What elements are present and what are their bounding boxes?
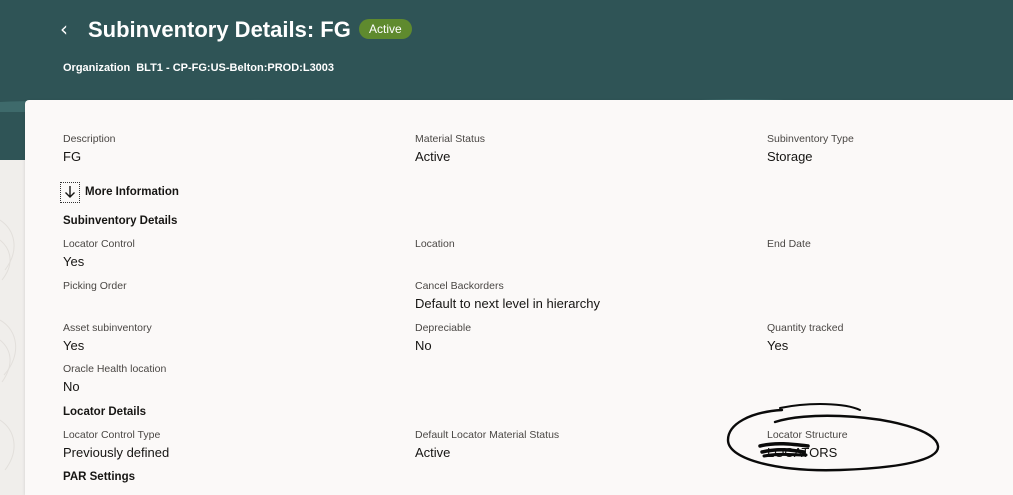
asset-subinventory-value: Yes <box>63 338 85 353</box>
back-icon[interactable]: ‹ <box>60 18 78 40</box>
asset-subinventory-field: Asset subinventory Yes <box>63 322 152 354</box>
quantity-tracked-value: Yes <box>767 338 789 353</box>
subinventory-details-heading: Subinventory Details <box>63 215 178 227</box>
locator-control-type-field: Locator Control Type Previously defined <box>63 429 169 461</box>
cancel-backorders-label: Cancel Backorders <box>415 280 504 292</box>
status-badge: Active <box>359 19 412 39</box>
organization-line: Organization BLT1 - CP-FG:US-Belton:PROD:… <box>63 61 334 75</box>
locator-structure-field: Locator Structure LOCATORS <box>767 429 848 461</box>
chevron-down-icon[interactable] <box>60 181 80 203</box>
description-value: FG <box>63 149 82 164</box>
oracle-health-location-value: No <box>63 379 80 394</box>
location-label: Location <box>415 238 455 250</box>
organization-value: BLT1 - CP-FG:US-Belton:PROD:L3003 <box>136 62 335 74</box>
depreciable-label: Depreciable <box>415 322 472 334</box>
subinventory-type-label: Subinventory Type <box>767 133 854 145</box>
material-status-label: Material Status <box>415 133 486 145</box>
locator-control-type-value: Previously defined <box>63 445 170 460</box>
locator-control-field: Locator Control Yes <box>63 238 135 270</box>
background-texture <box>0 219 17 471</box>
oracle-health-location-label: Oracle Health location <box>63 363 167 375</box>
description-label: Description <box>63 133 116 145</box>
location-field: Location <box>415 238 455 253</box>
depreciable-value: No <box>415 338 432 353</box>
material-status-field: Material Status Active <box>415 133 485 165</box>
more-information-label: More Information <box>85 186 179 198</box>
locator-details-heading: Locator Details <box>63 406 147 418</box>
asset-subinventory-label: Asset subinventory <box>63 322 152 334</box>
page-title: Subinventory Details: FG <box>88 17 351 42</box>
end-date-field: End Date <box>767 238 811 253</box>
more-information-toggle[interactable]: More Information <box>60 181 179 203</box>
depreciable-field: Depreciable No <box>415 322 471 354</box>
locator-control-label: Locator Control <box>63 238 135 250</box>
default-locator-material-status-label: Default Locator Material Status <box>415 429 560 441</box>
subinventory-type-field: Subinventory Type Storage <box>767 133 854 165</box>
cancel-backorders-field: Cancel Backorders Default to next level … <box>415 280 600 312</box>
material-status-value: Active <box>415 149 451 164</box>
cancel-backorders-value: Default to next level in hierarchy <box>415 296 600 311</box>
locator-control-type-label: Locator Control Type <box>63 429 161 441</box>
locator-control-value: Yes <box>63 254 85 269</box>
picking-order-field: Picking Order <box>63 280 127 295</box>
default-locator-material-status-value: Active <box>415 445 451 460</box>
organization-label: Organization <box>63 62 131 74</box>
quantity-tracked-label: Quantity tracked <box>767 322 844 334</box>
default-locator-material-status-field: Default Locator Material Status Active <box>415 429 559 461</box>
picking-order-label: Picking Order <box>63 280 127 292</box>
par-settings-heading: PAR Settings <box>63 471 135 483</box>
end-date-label: End Date <box>767 238 811 250</box>
description-field: Description FG <box>63 133 116 165</box>
locator-structure-label: Locator Structure <box>767 429 848 441</box>
locator-structure-value: LOCATORS <box>767 445 838 460</box>
oracle-health-location-field: Oracle Health location No <box>63 363 166 395</box>
quantity-tracked-field: Quantity tracked Yes <box>767 322 843 354</box>
subinventory-type-value: Storage <box>767 149 813 164</box>
